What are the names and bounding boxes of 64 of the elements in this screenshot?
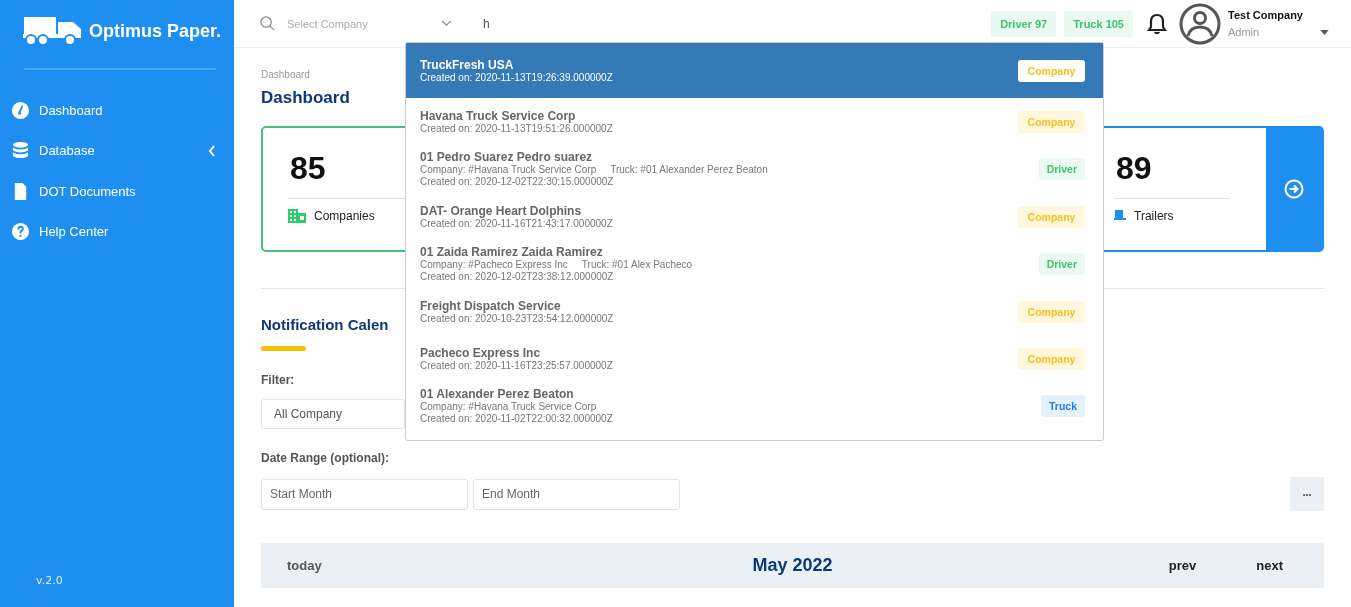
search-result-item[interactable]: 01 Alexander Perez Beaton Company: #Havana Truck Service Corp Created on: 2020-11-02T22:00:32.000000Z Truck (406, 382, 1103, 430)
nav-item[interactable]: Database (0, 130, 234, 171)
gauge-icon (11, 100, 30, 120)
result-title: Freight Dispatch Service (420, 298, 562, 313)
end-month-field[interactable]: End Month (473, 478, 680, 510)
search-icon (260, 16, 275, 31)
search-result-item[interactable]: TruckFresh USA Created on: 2020-11-13T19:26:39.000000Z Company (406, 43, 1103, 98)
next-button[interactable]: next (1252, 554, 1287, 577)
stat-value: 89 (1114, 150, 1230, 199)
more-button[interactable]: ••• (1290, 477, 1324, 511)
nav-item[interactable]: DOT Documents (0, 171, 234, 212)
search-result-item[interactable]: Freight Dispatch Service Created on: 2020-10-23T23:54:12.000000Z Company (406, 288, 1103, 335)
bell-icon[interactable] (1147, 12, 1167, 35)
chevron-icon (208, 144, 216, 157)
type-badge: Company (1018, 300, 1085, 323)
title-underline (261, 346, 306, 351)
result-date: Created on: 2020-11-02T22:00:32.000000Z (420, 413, 614, 425)
building-icon (288, 209, 306, 223)
result-date: Created on: 2020-11-13T19:26:39.000000Z (420, 71, 614, 84)
filter-select[interactable]: All Company (261, 399, 405, 429)
section-title: Notification Calen (261, 316, 389, 333)
logo-text: Optimus Paper. (89, 20, 222, 42)
calendar-month: May 2022 (752, 555, 833, 576)
type-badge: Company (1018, 59, 1085, 82)
stat-label: Companies (314, 209, 375, 223)
result-date: Created on: 2020-10-23T23:54:12.000000Z (420, 312, 615, 325)
avatar-icon[interactable] (1179, 2, 1221, 45)
type-badge: Company (1018, 205, 1085, 228)
stat-label: Trailers (1134, 209, 1174, 223)
page-title: Dashboard (261, 88, 351, 108)
arrow-circle-icon[interactable] (1284, 179, 1304, 199)
start-month-field[interactable]: Start Month (261, 478, 468, 510)
today-button[interactable]: today (283, 554, 326, 577)
type-badge: Company (1018, 110, 1085, 133)
result-date: Created on: 2020-12-02T23:38:12.000000Z (420, 271, 615, 283)
result-title: Havana Truck Service Corp (420, 108, 577, 123)
type-badge: Truck (1041, 395, 1085, 417)
result-detail: Truck: #01 Alexander Perez Beaton (610, 164, 768, 176)
filter-label: Filter: (261, 373, 296, 387)
nav-item[interactable]: Help Center (0, 211, 234, 252)
trailer-icon (1114, 210, 1126, 222)
caret-icon[interactable] (1320, 30, 1329, 35)
version-label: v.2.0 (35, 574, 64, 587)
type-badge: Company (1018, 347, 1085, 370)
select-placeholder: Select Company (287, 17, 369, 30)
prev-button[interactable]: prev (1164, 554, 1201, 577)
result-date: Created on: 2020-11-16T23:25:57.000000Z (420, 359, 614, 372)
database-icon (11, 141, 30, 161)
search-result-item[interactable]: Pacheco Express Inc Created on: 2020-11-16T23:25:57.000000Z Company (406, 335, 1103, 382)
result-title: TruckFresh USA (420, 57, 515, 72)
type-badge: Driver (1038, 253, 1085, 275)
result-title: 01 Alexander Perez Beaton (420, 387, 575, 401)
result-title: Pacheco Express Inc (420, 345, 542, 360)
user-name: Test Company (1228, 9, 1304, 21)
type-badge: Driver (1038, 158, 1085, 180)
result-detail: Company: #Pacheco Express Inc (420, 259, 568, 271)
truck-icon (23, 16, 83, 46)
result-detail: Company: #Havana Truck Service Corp (420, 401, 597, 413)
nav-item[interactable]: Dashboard (0, 90, 234, 131)
date-range-label: Date Range (optional): (261, 451, 390, 465)
user-role: Admin (1228, 26, 1261, 38)
chevron-down-icon (441, 20, 452, 27)
result-detail: Truck: #01 Alex Pacheco (581, 259, 693, 271)
help-icon (11, 222, 30, 242)
